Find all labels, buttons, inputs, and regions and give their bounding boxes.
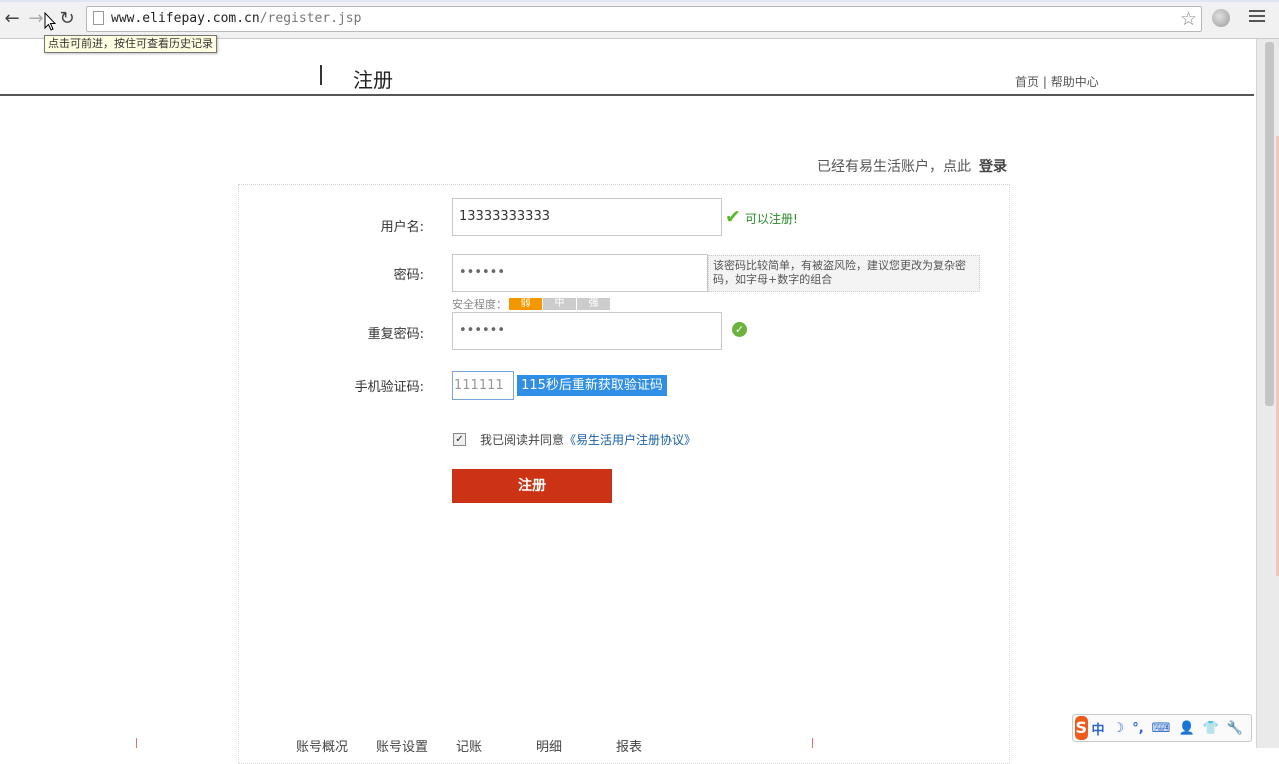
menu-icon[interactable] (1249, 10, 1265, 25)
window-top-border (0, 0, 1279, 2)
title-divider (320, 65, 322, 85)
password-input[interactable]: •••••• (452, 254, 708, 292)
login-hint-text: 已经有易生活账户，点此 (817, 159, 971, 175)
back-icon[interactable]: ← (2, 8, 22, 29)
agreement-link[interactable]: 《易生活用户注册协议》 (564, 431, 696, 448)
scrollbar-thumb[interactable] (1265, 42, 1274, 406)
bottom-nav-item[interactable]: 明细 (536, 736, 616, 755)
skin-icon[interactable]: 👕 (1203, 721, 1219, 736)
strength-medium: 中 (543, 298, 576, 310)
moon-icon[interactable]: ☽ (1113, 721, 1125, 736)
nav-divider (812, 738, 813, 748)
keyboard-icon[interactable]: ⌨ (1152, 721, 1171, 736)
resend-sms-button[interactable]: 115秒后重新获取验证码 (517, 375, 667, 396)
bookmark-star-icon[interactable]: ☆ (1180, 8, 1197, 30)
login-hint: 已经有易生活账户，点此 登录 (817, 156, 1007, 176)
page-header: 注册 首页 | 帮助中心 (0, 39, 1254, 96)
mouse-cursor-icon (44, 12, 56, 31)
bottom-nav-item[interactable]: 账号概况 (296, 736, 376, 755)
nav-divider (136, 738, 137, 748)
valid-check-icon: ✔ (725, 206, 741, 228)
agree-checkbox[interactable]: ✓ (453, 433, 466, 446)
bottom-nav-item[interactable]: 账号设置 (376, 736, 456, 755)
bottom-nav-item[interactable]: 记账 (456, 736, 536, 755)
browser-toolbar: ← → ↻ www.elifepay.com.cn/register.jsp ☆ (0, 0, 1279, 39)
address-url[interactable]: www.elifepay.com.cn/register.jsp (111, 11, 361, 26)
password-label: 密码: (393, 268, 424, 283)
page-title: 注册 (353, 68, 393, 92)
page-icon (93, 11, 104, 25)
url-path: /register.jsp (259, 11, 362, 26)
agree-text: 我已阅读并同意 (480, 433, 565, 447)
bottom-nav-item[interactable]: 报表 (616, 736, 696, 755)
home-link[interactable]: 首页 (1015, 75, 1039, 89)
username-input[interactable]: 13333333333 (452, 198, 722, 236)
repeat-ok-icon: ✓ (732, 322, 747, 337)
username-status: 可以注册! (745, 212, 798, 226)
page-scrollbar[interactable] (1256, 39, 1279, 748)
reload-icon[interactable]: ↻ (57, 8, 77, 29)
user-icon[interactable]: 👤 (1178, 721, 1194, 736)
link-separator: | (1042, 75, 1047, 89)
bottom-nav: 账号概况 账号设置 记账 明细 报表 (296, 736, 696, 755)
forward-icon[interactable]: → (26, 8, 46, 29)
agreement-row: ✓ 我已阅读并同意 《易生活用户注册协议》 (453, 431, 696, 448)
username-label: 用户名: (380, 220, 424, 235)
address-bar[interactable]: www.elifepay.com.cn/register.jsp ☆ (86, 6, 1202, 32)
password-tip: 该密码比较简单，有被盗风险，建议您更改为复杂密码，如字母+数字的组合 (708, 255, 980, 292)
wrench-icon[interactable]: 🔧 (1227, 721, 1243, 736)
sms-code-input[interactable]: 111111 (452, 371, 514, 400)
repeat-password-label: 重复密码: (367, 327, 424, 342)
sms-code-label: 手机验证码: (354, 380, 424, 395)
strength-label: 安全程度： (452, 298, 507, 311)
register-button[interactable]: 注册 (452, 469, 612, 503)
help-center-link[interactable]: 帮助中心 (1051, 75, 1099, 89)
ime-mode-toggle[interactable]: 中 (1092, 719, 1105, 738)
strength-strong: 强 (577, 298, 610, 310)
strength-weak: 弱 (509, 298, 542, 310)
extension-icon[interactable] (1212, 9, 1230, 27)
header-links: 首页 | 帮助中心 (1015, 73, 1099, 90)
ime-toolbar: S 中 ☽ °, ⌨ 👤 👕 🔧 (1072, 714, 1252, 742)
login-link[interactable]: 登录 (979, 159, 1007, 175)
password-strength-meter: 安全程度： 弱 中 强 (452, 296, 610, 312)
repeat-password-input[interactable]: •••••• (452, 312, 722, 350)
sogou-logo-icon[interactable]: S (1075, 716, 1088, 740)
punctuation-icon[interactable]: °, (1132, 721, 1143, 736)
url-host: www.elifepay.com.cn (111, 11, 260, 26)
